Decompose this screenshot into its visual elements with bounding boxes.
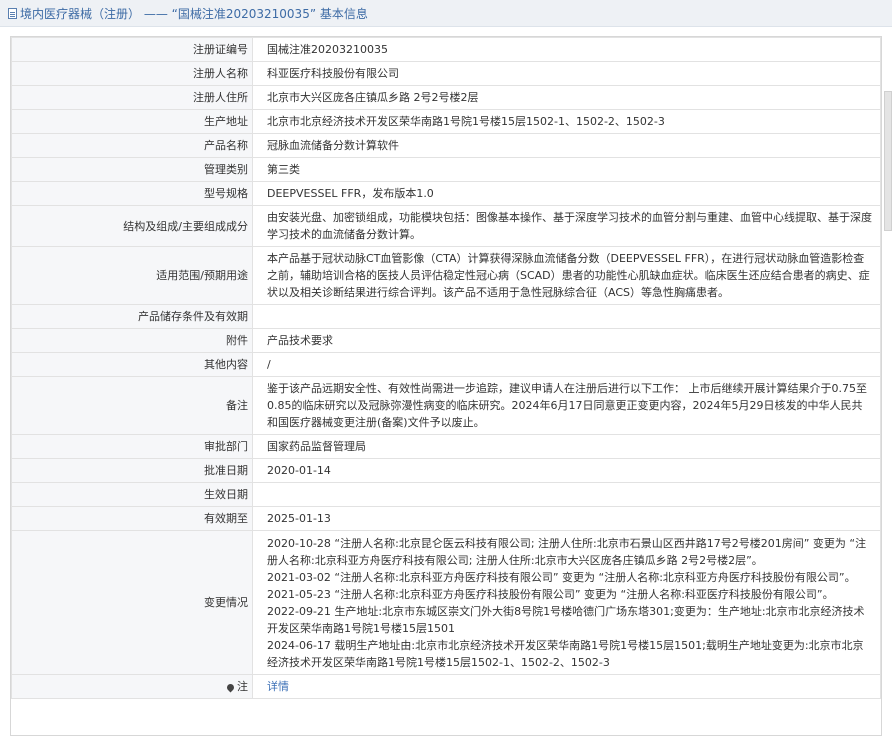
row-label: 批准日期 [11, 458, 253, 483]
table-row: 适用范围/预期用途 本产品基于冠状动脉CT血管影像（CTA）计算获得深脉血流储备分… [11, 246, 881, 305]
row-label: 附件 [11, 328, 253, 353]
table-row-note: 注 详情 [11, 674, 881, 699]
table-row: 附件 产品技术要求 [11, 328, 881, 353]
row-value: 2020-01-14 [252, 458, 881, 483]
row-label: 产品名称 [11, 133, 253, 158]
detail-table: 注册证编号 国械注准20203210035 注册人名称 科亚医疗科技股份有限公司 注册人… [11, 37, 881, 699]
row-value: 国家药品监督管理局 [252, 434, 881, 459]
row-label: 生产地址 [11, 109, 253, 134]
row-label: 注册人住所 [11, 85, 253, 110]
row-value: 鉴于该产品远期安全性、有效性尚需进一步追踪，建议申请人在注册后进行以下工作： 上… [252, 376, 881, 435]
row-label: 变更情况 [11, 530, 253, 675]
row-label: 生效日期 [11, 482, 253, 507]
scrollbar[interactable] [884, 36, 892, 736]
change-entry: 2022-09-21 生产地址:北京市东城区崇文门外大街8号院1号楼哈德门广场东… [267, 604, 865, 635]
row-label: 注册证编号 [11, 37, 253, 62]
table-row: 注册人名称 科亚医疗科技股份有限公司 [11, 61, 881, 86]
table-row: 审批部门 国家药品监督管理局 [11, 434, 881, 459]
table-row: 批准日期 2020-01-14 [11, 458, 881, 483]
document-icon [8, 7, 17, 19]
row-label: 其他内容 [11, 352, 253, 377]
page-title: 境内医疗器械（注册） —— “国械注准20203210035” 基本信息 [20, 6, 368, 21]
row-label: 有效期至 [11, 506, 253, 531]
row-value: 由安装光盘、加密锁组成，功能模块包括：图像基本操作、基于深度学习技术的血管分割与… [252, 205, 881, 247]
row-value: DEEPVESSEL FFR，发布版本1.0 [252, 181, 881, 206]
row-value [252, 482, 881, 507]
table-row: 有效期至 2025-01-13 [11, 506, 881, 531]
table-row: 生产地址 北京市北京经济技术开发区荣华南路1号院1号楼15层1502-1、1502… [11, 109, 881, 134]
table-row: 注册人住所 北京市大兴区庞各庄镇瓜乡路 2号2号楼2层 [11, 85, 881, 110]
map-pin-icon [225, 682, 236, 692]
change-entry: 2020-10-28 “注册人名称:北京昆仑医云科技有限公司; 注册人住所:北京… [267, 536, 867, 567]
row-value: 科亚医疗科技股份有限公司 [252, 61, 881, 86]
info-panel: 注册证编号 国械注准20203210035 注册人名称 科亚医疗科技股份有限公司 注册人… [10, 36, 882, 736]
row-value: 产品技术要求 [252, 328, 881, 353]
change-entry: 2021-03-02 “注册人名称:北京科亚方舟医疗科技有限公司” 变更为 “注… [267, 570, 856, 584]
row-label: 审批部门 [11, 434, 253, 459]
table-row: 备注 鉴于该产品远期安全性、有效性尚需进一步追踪，建议申请人在注册后进行以下工作：… [11, 376, 881, 435]
row-label: 备注 [11, 376, 253, 435]
change-entry: 2021-05-23 “注册人名称:北京科亚方舟医疗科技股份有限公司” 变更为 … [267, 587, 834, 601]
page-header: 境内医疗器械（注册） —— “国械注准20203210035” 基本信息 [0, 0, 892, 27]
table-row: 注册证编号 国械注准20203210035 [11, 37, 881, 62]
table-row: 其他内容 / [11, 352, 881, 377]
row-value: / [252, 352, 881, 377]
table-row: 产品名称 冠脉血流储备分数计算软件 [11, 133, 881, 158]
changes-list: 2020-10-28 “注册人名称:北京昆仑医云科技有限公司; 注册人住所:北京… [252, 530, 881, 675]
row-label: 注册人名称 [11, 61, 253, 86]
row-label: 结构及组成/主要组成成分 [11, 205, 253, 247]
table-row: 型号规格 DEEPVESSEL FFR，发布版本1.0 [11, 181, 881, 206]
note-label: 注 [237, 680, 248, 693]
row-label: 型号规格 [11, 181, 253, 206]
row-value: 国械注准20203210035 [252, 37, 881, 62]
table-row-changes: 变更情况 2020-10-28 “注册人名称:北京昆仑医云科技有限公司; 注册人住… [11, 530, 881, 675]
row-label: 管理类别 [11, 157, 253, 182]
row-value [252, 304, 881, 329]
table-row: 结构及组成/主要组成成分 由安装光盘、加密锁组成，功能模块包括：图像基本操作、基于… [11, 205, 881, 247]
row-value: 北京市北京经济技术开发区荣华南路1号院1号楼15层1502-1、1502-2、1… [252, 109, 881, 134]
note-label-cell: 注 [11, 674, 253, 699]
change-entry: 2024-06-17 载明生产地址由:北京市北京经济技术开发区荣华南路1号院1号… [267, 638, 864, 669]
table-row: 生效日期 [11, 482, 881, 507]
details-link[interactable]: 详情 [267, 680, 289, 693]
row-value: 第三类 [252, 157, 881, 182]
note-value: 详情 [252, 674, 881, 699]
row-value: 本产品基于冠状动脉CT血管影像（CTA）计算获得深脉血流储备分数（DEEPVES… [252, 246, 881, 305]
row-label: 产品储存条件及有效期 [11, 304, 253, 329]
table-row: 管理类别 第三类 [11, 157, 881, 182]
row-value: 冠脉血流储备分数计算软件 [252, 133, 881, 158]
row-value: 北京市大兴区庞各庄镇瓜乡路 2号2号楼2层 [252, 85, 881, 110]
row-label: 适用范围/预期用途 [11, 246, 253, 305]
scrollbar-thumb[interactable] [884, 91, 892, 231]
table-row: 产品储存条件及有效期 [11, 304, 881, 329]
row-value: 2025-01-13 [252, 506, 881, 531]
